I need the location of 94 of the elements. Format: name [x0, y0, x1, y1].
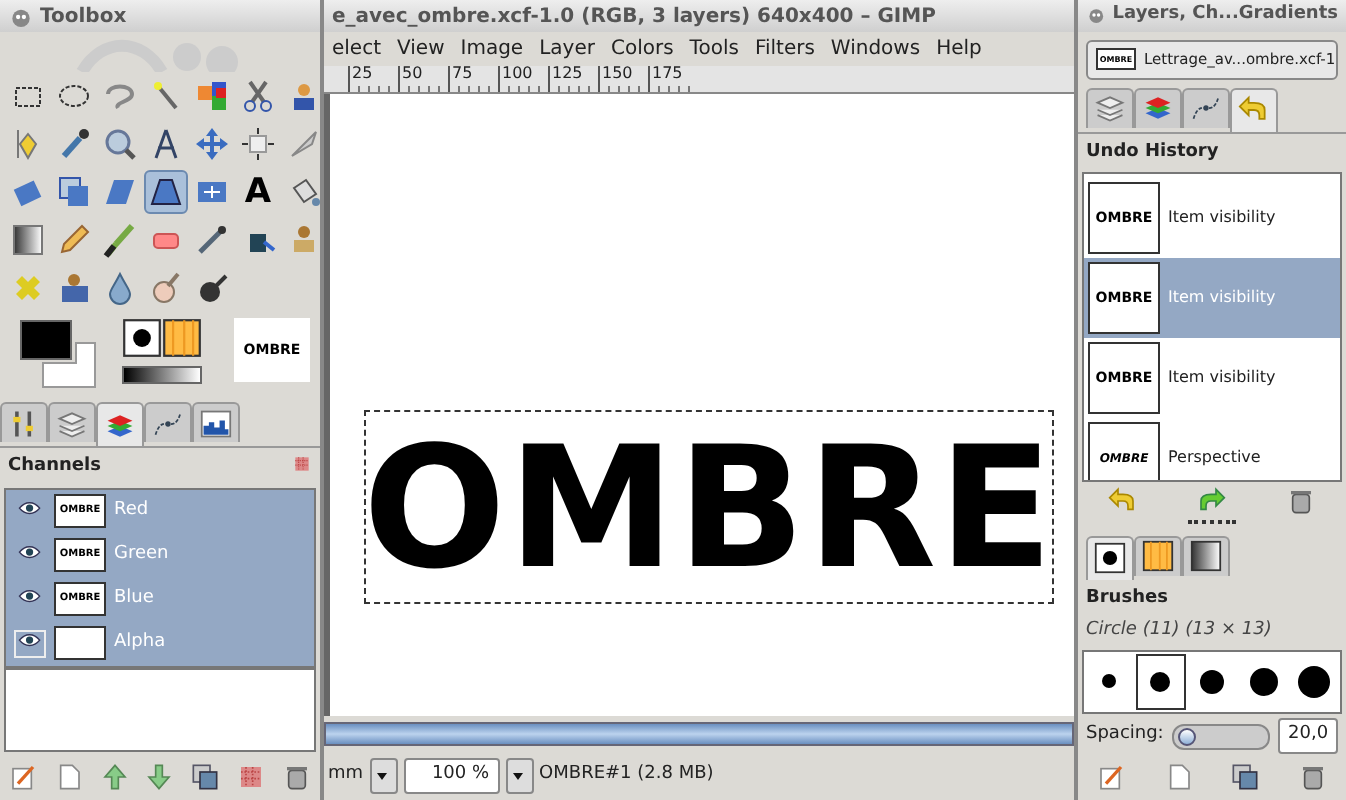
unit-selector[interactable]: mm — [328, 758, 364, 794]
menu-item[interactable]: Tools — [681, 34, 747, 64]
gradient-icon — [10, 222, 46, 258]
ruler-label: 50 — [402, 64, 423, 82]
duplicate-icon[interactable] — [1230, 762, 1261, 793]
edit-icon[interactable] — [7, 761, 38, 791]
menu-item[interactable]: elect — [324, 34, 390, 64]
brush-tab[interactable] — [1182, 535, 1230, 576]
brush-tip-icon[interactable] — [122, 318, 162, 358]
brush-tab[interactable] — [1086, 535, 1134, 580]
perspective-icon — [148, 174, 184, 210]
menu-item[interactable]: Filters — [746, 34, 823, 64]
layers-icon — [56, 407, 88, 439]
brush-tab[interactable] — [1134, 535, 1182, 576]
dock-tab[interactable] — [192, 402, 240, 442]
ruler-label: 125 — [552, 64, 583, 82]
menu-item[interactable]: Image — [452, 34, 532, 64]
pattern-icon[interactable] — [162, 318, 202, 358]
dropper-icon — [56, 126, 92, 162]
dock-tab[interactable] — [48, 402, 96, 442]
caret-icon[interactable] — [374, 767, 393, 785]
paths-icon — [1190, 92, 1222, 124]
scissors-icon — [240, 78, 276, 114]
panel-title: Brushes — [1086, 585, 1168, 612]
trash-icon[interactable] — [1297, 762, 1328, 793]
shear-icon — [102, 174, 138, 210]
scale-icon — [56, 174, 92, 210]
text-tool-button[interactable]: A — [236, 170, 280, 214]
trash-icon[interactable] — [281, 761, 312, 791]
undo-arrow-icon — [1238, 94, 1270, 126]
spacing-field[interactable]: 20,0 — [1278, 718, 1338, 755]
trash-icon[interactable] — [1286, 485, 1317, 516]
histogram-icon — [200, 407, 232, 439]
spacing-label: Spacing: — [1086, 722, 1164, 749]
ruler-label: 75 — [452, 64, 473, 82]
menu-item[interactable]: Colors — [602, 34, 682, 64]
brush-icon — [102, 222, 138, 258]
airbrush-icon — [194, 222, 230, 258]
dock-tab[interactable] — [96, 402, 144, 446]
panel-title: Channels — [8, 454, 101, 480]
dock-tab[interactable] — [0, 402, 48, 442]
panel-menu-icon[interactable] — [292, 454, 312, 474]
menu-item[interactable]: Windows — [822, 34, 929, 64]
menu-item[interactable]: Layer — [531, 34, 603, 64]
foreground-color-swatch[interactable] — [20, 320, 72, 360]
slider-thumb[interactable] — [1177, 727, 1197, 746]
ruler-label: 100 — [502, 64, 533, 82]
channels-icon — [1142, 92, 1174, 124]
horizontal-scrollbar[interactable] — [324, 722, 1074, 746]
layers-icon — [1094, 92, 1126, 124]
zoom-field[interactable]: 100 % — [403, 758, 500, 794]
gradient-preview[interactable] — [122, 366, 202, 384]
brush-preview[interactable] — [1135, 653, 1187, 710]
visibility-toggle[interactable] — [14, 629, 46, 657]
image-canvas[interactable]: OMBRE — [324, 94, 1074, 716]
window-title: e_avec_ombre.xcf-1.0 (RGB, 3 layers) 640x400 – GIMP — [324, 0, 1074, 32]
channel-thumbnail — [54, 626, 106, 660]
window-title: Layers, Ch...Gradients — [1112, 2, 1338, 28]
dock-tab[interactable] — [1086, 87, 1134, 127]
menu-item[interactable]: View — [389, 34, 453, 64]
brush-name: Circle (11) (13 × 13) — [1084, 618, 1274, 645]
color-squares-icon — [194, 78, 230, 114]
pencil-icon — [56, 222, 92, 258]
magnifier-icon — [102, 126, 138, 162]
up-arrow-icon[interactable] — [99, 761, 130, 791]
window-title: Toolbox — [40, 3, 127, 31]
dodge-icon — [194, 270, 230, 306]
ruler-label: 25 — [352, 64, 373, 82]
dock-tab[interactable] — [1134, 87, 1182, 127]
redo-icon[interactable] — [1196, 485, 1227, 516]
panel-title: Undo History — [1086, 139, 1219, 165]
smudge-icon — [148, 270, 184, 306]
gradient-swatch-icon — [1190, 540, 1222, 573]
tool-button[interactable] — [144, 170, 188, 214]
tool-button[interactable] — [236, 122, 280, 166]
pattern-icon — [1142, 540, 1174, 573]
down-arrow-icon[interactable] — [144, 761, 175, 791]
duplicate-icon[interactable] — [190, 761, 221, 791]
background-color-swatch[interactable] — [42, 342, 96, 388]
menu-item[interactable]: Help — [928, 34, 990, 64]
ruler-label: 175 — [652, 64, 683, 82]
dock-tab[interactable] — [144, 402, 192, 442]
ruler-label: 150 — [602, 64, 633, 82]
align-icon — [240, 126, 276, 162]
stamp-card-icon — [56, 270, 92, 306]
move-arrows-icon — [194, 126, 230, 162]
checker-icon[interactable] — [236, 761, 267, 791]
status-text: OMBRE#1 (2.8 MB) — [539, 762, 714, 789]
canvas-text: OMBRE — [362, 423, 1056, 591]
brush-tip-icon — [1094, 542, 1126, 575]
edit-icon[interactable] — [1096, 762, 1127, 793]
spacing-slider[interactable] — [1171, 723, 1270, 750]
dock-tab[interactable] — [1182, 87, 1230, 127]
caret-icon[interactable] — [510, 767, 529, 785]
